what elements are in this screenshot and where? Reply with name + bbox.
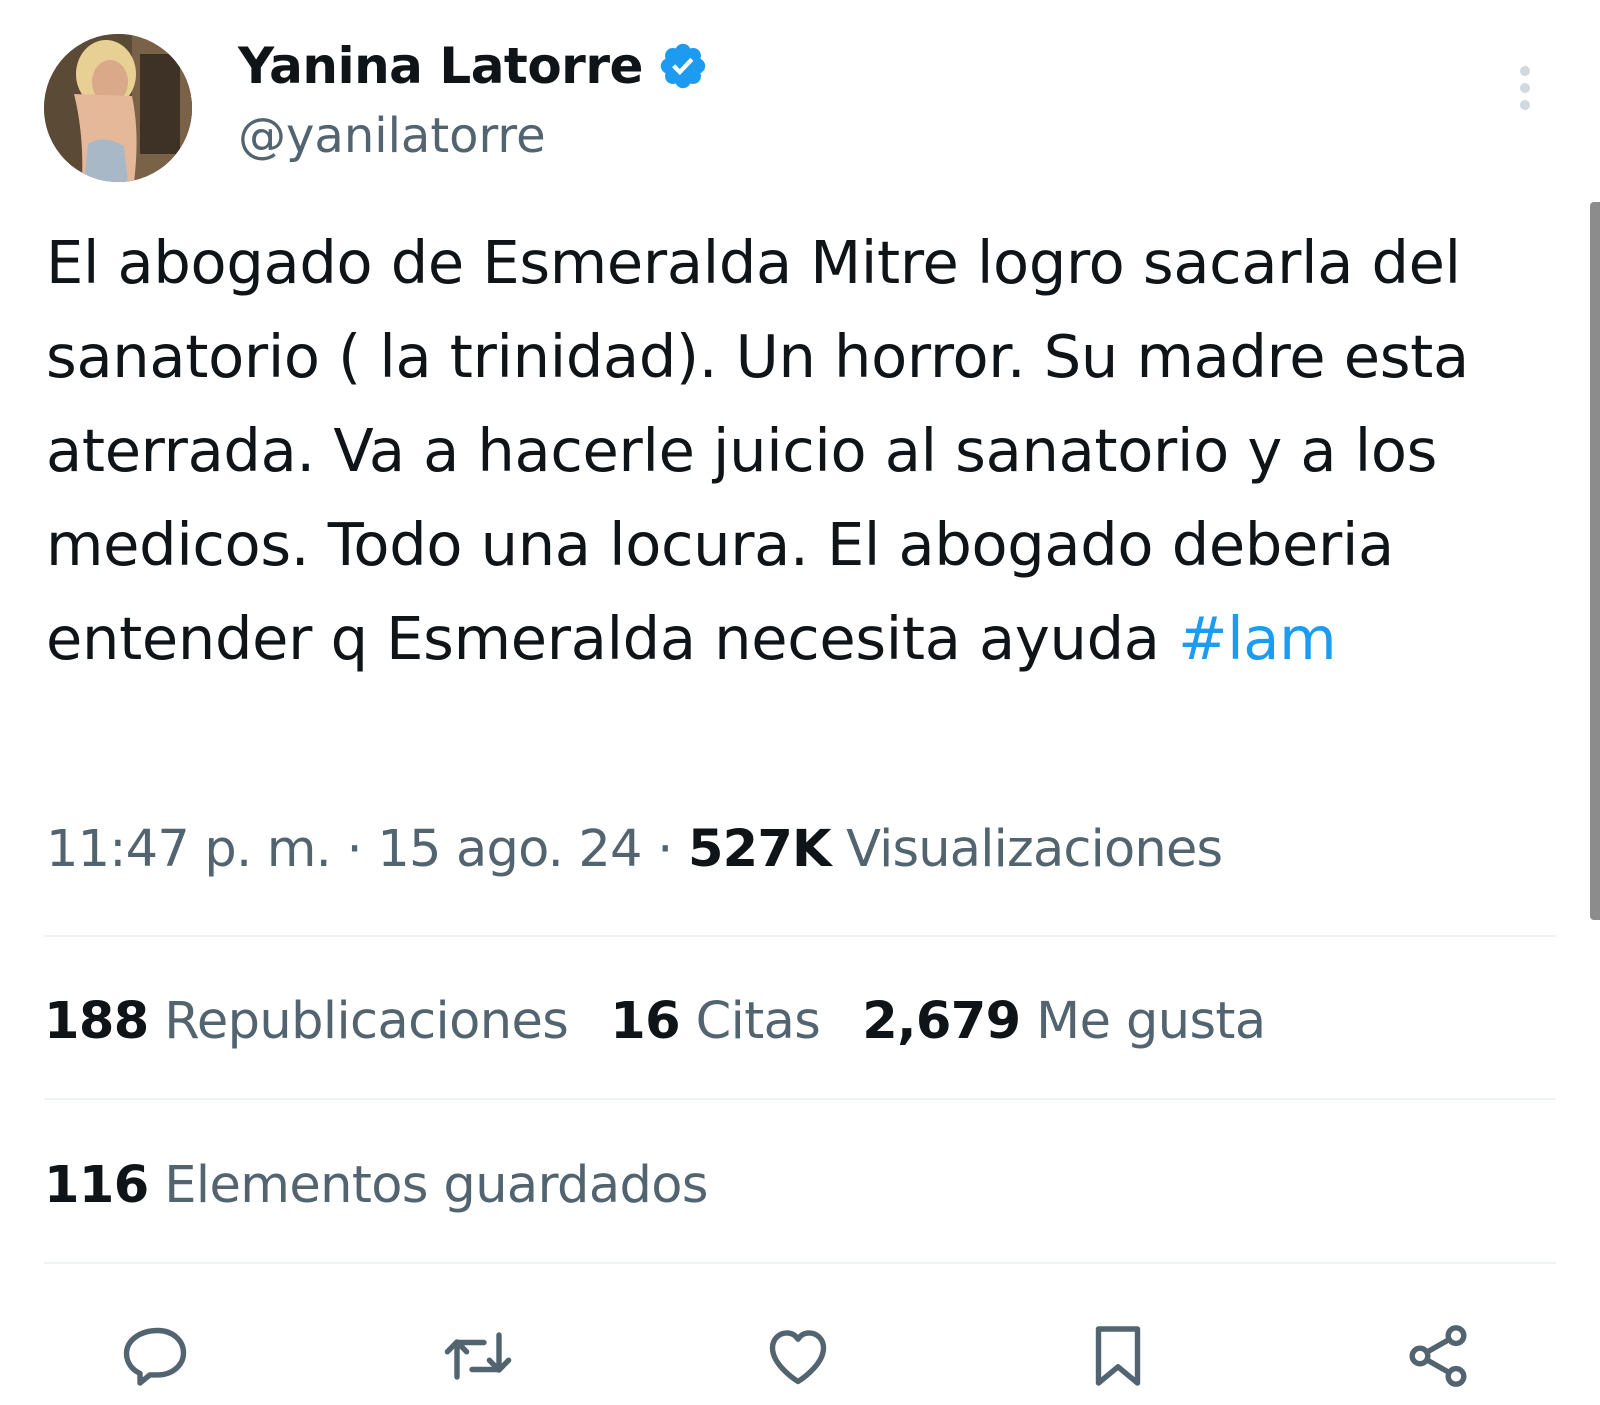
reposts-label: Republicaciones bbox=[164, 992, 569, 1051]
quotes-count: 16 bbox=[610, 992, 680, 1051]
tweet-time[interactable]: 11:47 p. m. bbox=[46, 820, 332, 879]
quotes-stat[interactable]: 16 Citas bbox=[610, 992, 821, 1051]
tweet-text: El abogado de Esmeralda Mitre logro saca… bbox=[46, 216, 1546, 686]
likes-stat[interactable]: 2,679 Me gusta bbox=[862, 992, 1266, 1051]
share-icon[interactable] bbox=[1398, 1316, 1478, 1396]
author-name[interactable]: Yanina Latorre bbox=[238, 37, 643, 95]
meta-separator: · bbox=[346, 820, 363, 879]
hashtag-link[interactable]: #lam bbox=[1178, 604, 1337, 673]
reposts-count: 188 bbox=[44, 992, 149, 1051]
reposts-stat[interactable]: 188 Republicaciones bbox=[44, 992, 569, 1051]
retweet-icon[interactable] bbox=[438, 1316, 518, 1396]
reply-icon[interactable] bbox=[118, 1316, 198, 1396]
scrollbar[interactable] bbox=[1590, 202, 1600, 920]
likes-label: Me gusta bbox=[1036, 992, 1266, 1051]
bookmarks-label: Elementos guardados bbox=[164, 1156, 708, 1215]
bookmarks-stats: 116 Elementos guardados bbox=[44, 1156, 708, 1215]
bookmarks-count: 116 bbox=[44, 1156, 149, 1215]
divider bbox=[44, 935, 1556, 937]
tweet-date[interactable]: 15 ago. 24 bbox=[377, 820, 642, 879]
more-options-icon[interactable] bbox=[1510, 66, 1540, 116]
divider bbox=[44, 1262, 1556, 1264]
bookmark-icon[interactable] bbox=[1078, 1316, 1158, 1396]
bookmarks-stat[interactable]: 116 Elementos guardados bbox=[44, 1156, 708, 1215]
like-icon[interactable] bbox=[758, 1316, 838, 1396]
author-name-row[interactable]: Yanina Latorre bbox=[238, 30, 709, 102]
views-count: 527K bbox=[687, 820, 832, 879]
tweet-meta: 11:47 p. m. · 15 ago. 24 · 527K Visualiz… bbox=[46, 820, 1223, 879]
verified-badge-icon bbox=[660, 43, 706, 89]
quotes-label: Citas bbox=[695, 992, 821, 1051]
author-handle[interactable]: @yanilatorre bbox=[238, 108, 546, 164]
views-label: Visualizaciones bbox=[846, 820, 1223, 879]
likes-count: 2,679 bbox=[862, 992, 1021, 1051]
action-bar bbox=[0, 1316, 1600, 1396]
divider bbox=[44, 1098, 1556, 1100]
engagement-stats: 188 Republicaciones 16 Citas 2,679 Me gust… bbox=[44, 992, 1307, 1051]
avatar[interactable] bbox=[44, 34, 192, 182]
meta-separator: · bbox=[657, 820, 673, 879]
